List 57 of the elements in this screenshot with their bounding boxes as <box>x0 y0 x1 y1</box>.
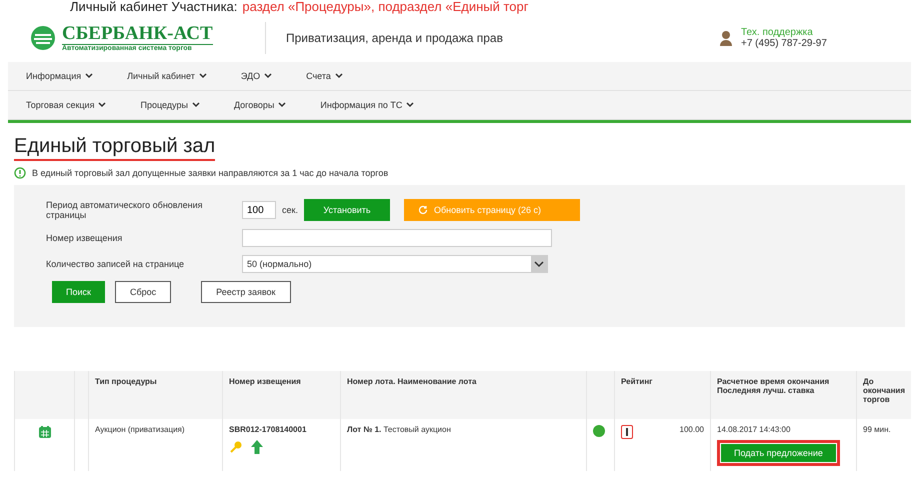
field-label: Период автоматического обновления страницы <box>46 200 204 220</box>
tagline: Приватизация, аренда и продажа прав <box>286 31 504 45</box>
table-cell: 99 мин. <box>856 419 912 471</box>
chevron-down-icon <box>98 102 106 108</box>
rating-value: 100.00 <box>680 425 704 434</box>
chevron-down-icon <box>198 73 207 79</box>
chevron-down-icon <box>264 73 272 79</box>
nav-menu-item[interactable]: ЭДО <box>240 71 272 81</box>
logo-icon <box>30 25 56 51</box>
unit-label: сек. <box>282 205 298 215</box>
column-header: Расчетное время окончания Последняя лучш. ставка <box>710 371 856 419</box>
calendar-icon <box>38 425 52 439</box>
column-header: Тип процедуры <box>88 371 222 419</box>
chevron-down-icon <box>531 256 547 272</box>
support-phone: +7 (495) 787-29-97 <box>741 38 827 49</box>
nav-menu-item[interactable]: Договоры <box>234 100 286 110</box>
action-button[interactable]: Сброс <box>114 281 172 303</box>
field-label: Количество записей на странице <box>46 259 186 269</box>
action-button[interactable]: Реестр заявок <box>201 281 290 303</box>
info-icon <box>14 167 26 179</box>
table-cell: SBR012-1708140001 <box>229 425 306 434</box>
caption-text: Личный кабинет Участника: <box>70 0 238 14</box>
nav-menu-item[interactable]: Личный кабинет <box>127 71 207 81</box>
chevron-down-icon <box>192 102 200 108</box>
chevron-down-icon <box>334 73 343 79</box>
nav-menu-item[interactable]: Торговая секция <box>26 100 106 110</box>
notice-text: В единый торговый зал допущенные заявки направляются за 1 час до начала торгов <box>32 168 388 178</box>
document-icon <box>621 425 633 439</box>
page-title: Единый торговый зал <box>14 135 216 161</box>
column-header: Номер извещения <box>222 371 340 419</box>
nav-menu-item[interactable]: Информация <box>26 71 94 81</box>
support-label: Тех. поддержка <box>741 27 814 38</box>
column-header: Рейтинг <box>614 371 710 419</box>
logo-title: СБЕРБАНК-АСТ <box>62 24 213 44</box>
nav-menu-item[interactable]: Информация по ТС <box>320 100 414 110</box>
search-button[interactable]: Поиск <box>52 281 105 303</box>
arrow-up-icon <box>251 440 263 454</box>
notice-number-input[interactable] <box>242 229 552 247</box>
table-cell: Аукцион (приватизация) <box>88 419 222 471</box>
chevron-down-icon <box>406 102 414 108</box>
person-icon <box>719 30 733 46</box>
nav-menu-item[interactable]: Процедуры <box>140 100 200 110</box>
refresh-icon <box>418 205 428 215</box>
submit-offer-button[interactable]: Подать предложение <box>717 440 840 466</box>
caption-highlight: раздел «Процедуры», подраздел «Единый торг <box>242 0 528 14</box>
table-cell: 14.08.2017 14:43:00 <box>717 425 790 434</box>
page-size-select[interactable]: 50 (нормально) <box>242 255 548 273</box>
nav-menu-item[interactable]: Счета <box>306 71 343 81</box>
column-header: Номер лота. Наименование лота <box>340 371 586 419</box>
chevron-down-icon <box>278 102 286 108</box>
table-cell: Лот № 1. Тестовый аукцион <box>340 419 586 471</box>
set-button[interactable]: Установить <box>304 199 390 221</box>
key-icon <box>229 440 243 454</box>
chevron-down-icon <box>85 73 94 79</box>
field-label: Номер извещения <box>46 233 124 243</box>
column-header: До окончания торгов <box>856 371 912 419</box>
refresh-input[interactable]: 100 <box>242 201 276 219</box>
